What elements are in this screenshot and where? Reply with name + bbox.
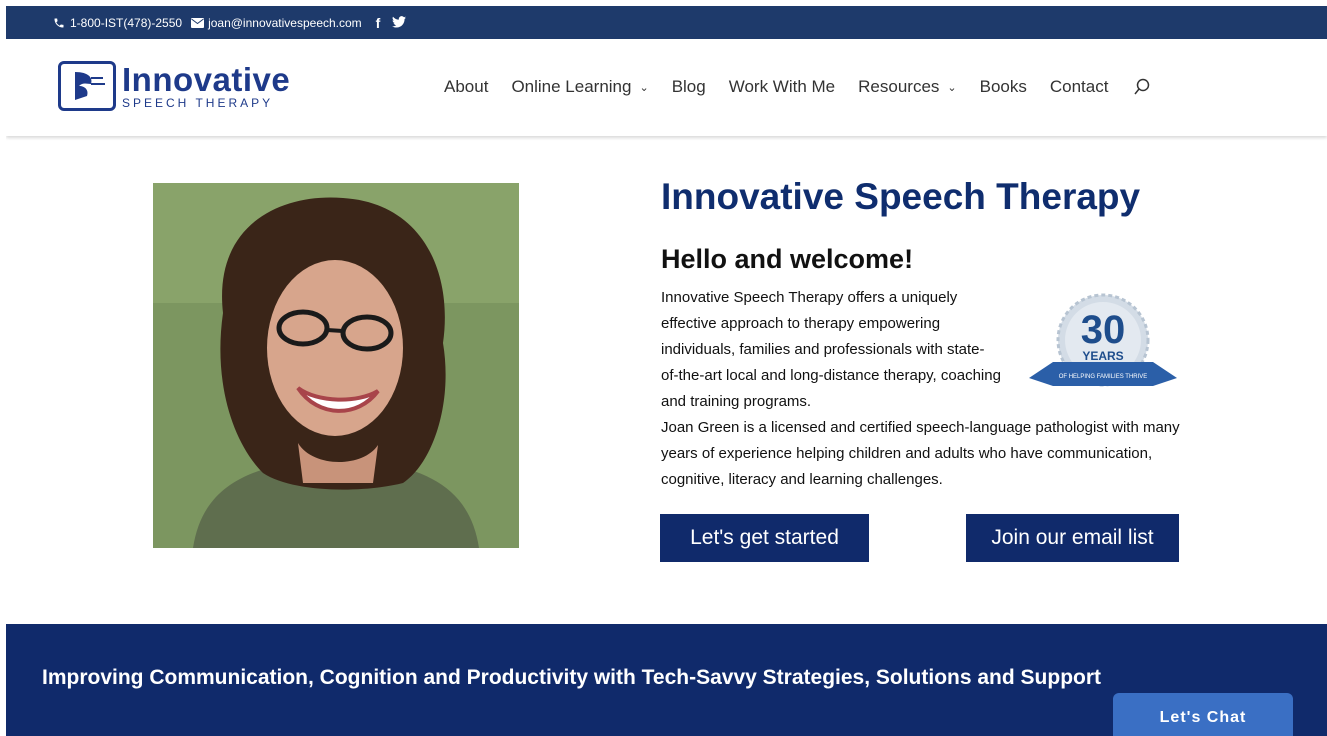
logo-subtitle: SPEECH THERAPY [122, 96, 274, 110]
envelope-icon [190, 16, 204, 30]
portrait-photo [153, 183, 519, 548]
page-title: Innovative Speech Therapy [661, 176, 1141, 217]
bio-paragraph: Joan Green is a licensed and certified s… [661, 419, 1180, 488]
logo-title: Innovative [122, 61, 291, 98]
get-started-button[interactable]: Let's get started [660, 514, 869, 562]
tagline-text: Improving Communication, Cognition and P… [42, 666, 1102, 689]
nav-about[interactable]: About [444, 77, 488, 97]
nav-books[interactable]: Books [980, 77, 1027, 97]
main-nav: About Online Learning ⌄ Blog Work With M… [444, 77, 1151, 97]
nav-blog[interactable]: Blog [672, 77, 706, 97]
intro-paragraph: Innovative Speech Therapy offers a uniqu… [661, 289, 1001, 410]
lets-chat-button[interactable]: Let's Chat [1113, 693, 1293, 736]
phone-number: 1-800-IST(478)-2550 [70, 15, 183, 30]
nav-label: Work With Me [728, 77, 836, 96]
nav-label: Contact [1049, 77, 1109, 96]
nav-label: Books [979, 77, 1027, 96]
badge-word: YEARS [1082, 349, 1123, 363]
page: 1-800-IST(478)-2550 joan@innovativespeec… [6, 6, 1327, 736]
site-logo[interactable]: Innovative SPEECH THERAPY [58, 61, 290, 111]
welcome-heading: Hello and welcome! [661, 244, 914, 274]
nav-resources[interactable]: Resources ⌄ [858, 77, 956, 97]
nav-label: Online Learning [511, 77, 632, 96]
chevron-down-icon: ⌄ [639, 81, 649, 94]
twitter-icon[interactable] [392, 15, 407, 31]
thirty-years-badge: 30 YEARS OF HELPING FAMILIES THRIVE [1023, 290, 1183, 400]
nav-contact[interactable]: Contact [1050, 77, 1109, 97]
logo-mark-icon [58, 61, 116, 111]
email-address: joan@innovativespeech.com [208, 15, 362, 30]
nav-label: About [444, 77, 489, 96]
nav-label: Resources [858, 77, 940, 96]
badge-number: 30 [1081, 308, 1126, 352]
phone-link[interactable]: 1-800-IST(478)-2550 [52, 16, 182, 30]
top-contact-bar: 1-800-IST(478)-2550 joan@innovativespeec… [6, 6, 1327, 39]
nav-work-with-me[interactable]: Work With Me [729, 77, 835, 97]
site-header: Innovative SPEECH THERAPY About Online L… [6, 39, 1327, 136]
join-email-list-button[interactable]: Join our email list [966, 514, 1179, 562]
chevron-down-icon: ⌄ [947, 81, 957, 94]
phone-icon [52, 16, 66, 30]
search-icon[interactable] [1133, 78, 1151, 96]
nav-online-learning[interactable]: Online Learning ⌄ [511, 77, 648, 97]
nav-label: Blog [671, 77, 706, 96]
badge-ribbon-text: OF HELPING FAMILIES THRIVE [1059, 374, 1148, 380]
facebook-icon[interactable]: f [376, 15, 381, 31]
email-link[interactable]: joan@innovativespeech.com [190, 16, 362, 30]
